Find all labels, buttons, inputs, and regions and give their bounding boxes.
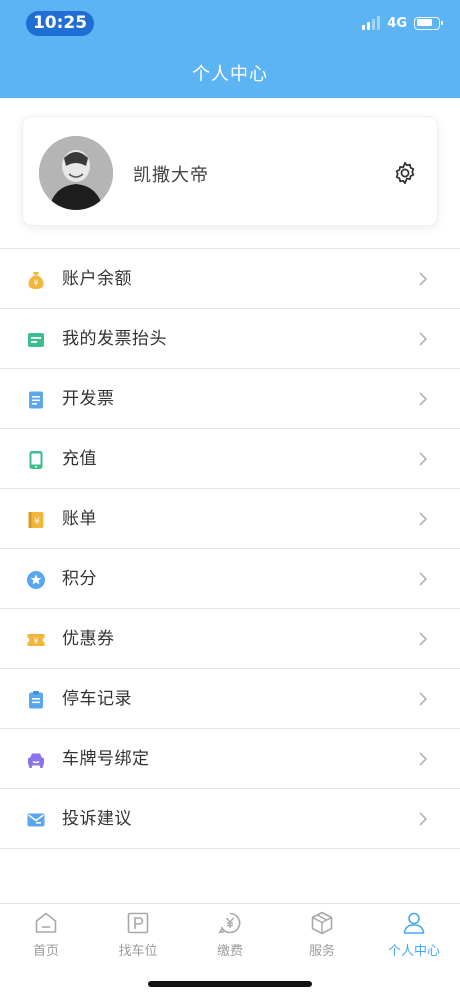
menu-label: 我的发票抬头 bbox=[62, 329, 167, 349]
tab-label: 找车位 bbox=[118, 944, 158, 959]
money-bag-icon: ¥ bbox=[26, 270, 46, 290]
home-indicator[interactable] bbox=[148, 981, 312, 987]
menu-item-bills[interactable]: ¥ 账单 bbox=[0, 489, 460, 549]
signal-icon bbox=[362, 16, 381, 30]
tab-label: 个人中心 bbox=[387, 944, 440, 959]
chevron-right-icon bbox=[419, 272, 428, 286]
menu-label: 停车记录 bbox=[62, 689, 132, 709]
coupon-icon: ¥ bbox=[26, 630, 46, 650]
menu-item-complaints[interactable]: 投诉建议 bbox=[0, 789, 460, 849]
tab-service[interactable]: 服务 bbox=[276, 910, 368, 962]
network-type: 4G bbox=[387, 15, 407, 31]
menu-item-issue-invoice[interactable]: 开发票 bbox=[0, 369, 460, 429]
chevron-right-icon bbox=[419, 332, 428, 346]
menu-item-recharge[interactable]: 充值 bbox=[0, 429, 460, 489]
bill-book-icon: ¥ bbox=[26, 510, 46, 530]
menu-list: ¥ 账户余额 我的发票抬头 开发票 充值 ¥ 账单 积分 ¥ 优惠券 停车记录 … bbox=[0, 248, 460, 849]
chevron-right-icon bbox=[419, 512, 428, 526]
car-plate-icon bbox=[26, 750, 46, 770]
menu-item-points[interactable]: 积分 bbox=[0, 549, 460, 609]
chevron-right-icon bbox=[419, 452, 428, 466]
tab-label: 首页 bbox=[32, 944, 59, 959]
envelope-icon bbox=[26, 810, 46, 830]
status-indicators: 4G bbox=[362, 14, 443, 32]
tab-label: 服务 bbox=[308, 944, 335, 959]
phone-recharge-icon bbox=[26, 450, 46, 470]
status-time: 10:25 bbox=[26, 11, 94, 36]
chevron-right-icon bbox=[419, 752, 428, 766]
home-icon bbox=[35, 912, 57, 933]
payment-icon bbox=[218, 912, 241, 934]
chevron-right-icon bbox=[419, 632, 428, 646]
battery-icon bbox=[414, 16, 443, 30]
invoice-header-icon bbox=[26, 330, 46, 350]
header-bar: 10:25 4G 个人中心 bbox=[0, 0, 460, 98]
invoice-document-icon bbox=[26, 390, 46, 410]
menu-item-plate-binding[interactable]: 车牌号绑定 bbox=[0, 729, 460, 789]
tab-profile[interactable]: 个人中心 bbox=[368, 910, 460, 962]
tab-payment[interactable]: 缴费 bbox=[184, 910, 276, 962]
menu-label: 账户余额 bbox=[62, 269, 132, 289]
clipboard-icon bbox=[26, 690, 46, 710]
menu-item-coupons[interactable]: ¥ 优惠券 bbox=[0, 609, 460, 669]
menu-item-account-balance[interactable]: ¥ 账户余额 bbox=[0, 249, 460, 309]
menu-item-invoice-header[interactable]: 我的发票抬头 bbox=[0, 309, 460, 369]
menu-label: 账单 bbox=[62, 509, 97, 529]
user-name: 凯撒大帝 bbox=[133, 165, 209, 186]
menu-label: 投诉建议 bbox=[62, 809, 132, 829]
svg-text:¥: ¥ bbox=[34, 517, 40, 527]
tab-home[interactable]: 首页 bbox=[0, 910, 92, 962]
chevron-right-icon bbox=[419, 392, 428, 406]
menu-label: 车牌号绑定 bbox=[62, 749, 150, 769]
chevron-right-icon bbox=[419, 572, 428, 586]
menu-label: 充值 bbox=[62, 449, 97, 469]
star-points-icon bbox=[26, 570, 46, 590]
parking-icon bbox=[127, 912, 149, 934]
avatar[interactable] bbox=[39, 136, 113, 210]
avatar-image bbox=[39, 136, 113, 210]
menu-label: 优惠券 bbox=[62, 629, 115, 649]
tab-find-parking[interactable]: 找车位 bbox=[92, 910, 184, 962]
menu-label: 积分 bbox=[62, 569, 97, 589]
tab-label: 缴费 bbox=[216, 944, 243, 959]
profile-card[interactable]: 凯撒大帝 bbox=[22, 116, 438, 226]
svg-text:¥: ¥ bbox=[33, 637, 38, 646]
status-bar: 10:25 4G bbox=[0, 0, 460, 44]
menu-label: 开发票 bbox=[62, 389, 115, 409]
chevron-right-icon bbox=[419, 812, 428, 826]
settings-button[interactable] bbox=[391, 159, 419, 187]
page-title: 个人中心 bbox=[192, 64, 268, 85]
chevron-right-icon bbox=[419, 692, 428, 706]
menu-item-parking-records[interactable]: 停车记录 bbox=[0, 669, 460, 729]
service-box-icon bbox=[311, 911, 333, 935]
gear-icon bbox=[395, 161, 415, 185]
svg-text:¥: ¥ bbox=[33, 279, 38, 288]
person-icon bbox=[403, 912, 425, 934]
